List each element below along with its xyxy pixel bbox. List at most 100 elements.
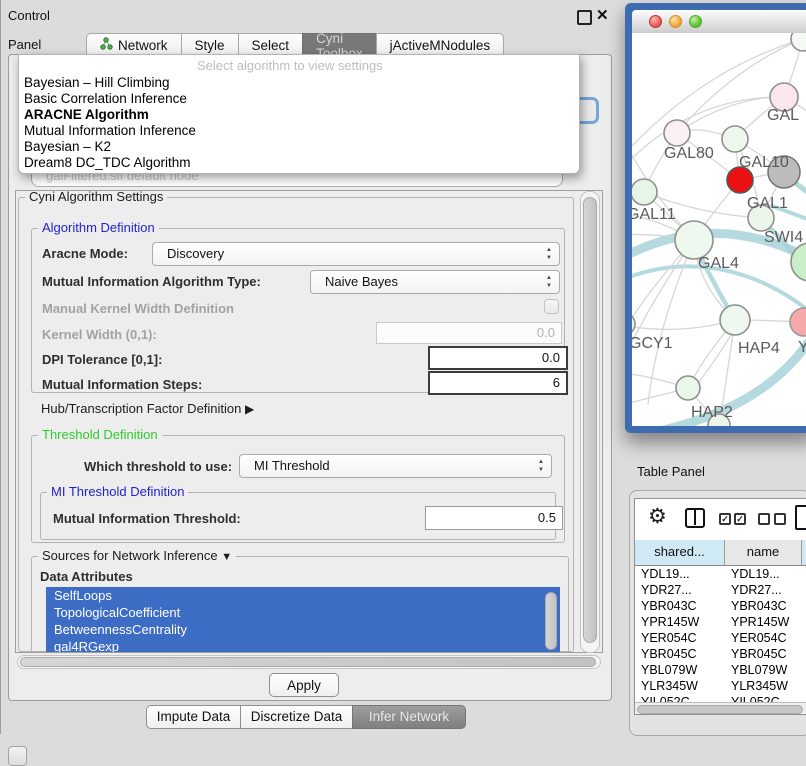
table-cell: YDR27... bbox=[635, 582, 725, 598]
network-node-label: GAL4 bbox=[698, 255, 739, 272]
network-node-gal80[interactable] bbox=[664, 120, 690, 146]
mi-threshold-label: Mutual Information Threshold: bbox=[53, 511, 241, 526]
network-node-gal11[interactable] bbox=[632, 179, 657, 205]
network-node-label: GCY1 bbox=[632, 335, 673, 352]
table-panel-title: Table Panel bbox=[637, 464, 705, 479]
network-edge[interactable] bbox=[632, 240, 694, 382]
column-header-name[interactable]: name bbox=[725, 540, 802, 565]
algorithm-menu-item[interactable]: Bayesian – Hill Climbing bbox=[19, 75, 579, 91]
threshold-definition-title: Threshold Definition bbox=[38, 427, 162, 442]
table-row[interactable]: YDL19...YDL19...13 bbox=[635, 566, 806, 582]
network-node-hap4[interactable] bbox=[720, 305, 750, 335]
select-all-icon[interactable]: ✓ bbox=[719, 513, 731, 525]
which-threshold-select[interactable]: MI Threshold ▲▼ bbox=[239, 454, 552, 478]
column-header-partial[interactable]: A bbox=[802, 540, 806, 565]
kernel-width-field[interactable]: 0.0 bbox=[376, 322, 562, 344]
apply-button[interactable]: Apply bbox=[269, 673, 339, 697]
which-threshold-value: MI Threshold bbox=[254, 455, 330, 477]
table-cell: YBL079W bbox=[725, 662, 802, 678]
table-cell: YDL19... bbox=[725, 566, 802, 582]
table-row[interactable]: YBL079WYBL079W bbox=[635, 662, 806, 678]
table-panel: ⚙ ✓ ✓ shared... name A YDL19...YDL19...1… bbox=[629, 490, 806, 736]
bottom-tab-infer-network[interactable]: Infer Network bbox=[352, 705, 466, 729]
mi-algorithm-type-label: Mutual Information Algorithm Type: bbox=[42, 274, 261, 289]
algorithm-menu-item[interactable]: ARACNE Algorithm bbox=[19, 107, 579, 123]
algorithm-menu-prompt: Select algorithm to view settings bbox=[197, 58, 383, 73]
network-node-gal10[interactable] bbox=[722, 126, 748, 152]
table-cell: 13 bbox=[802, 566, 806, 582]
select-all-icon[interactable]: ✓ bbox=[734, 513, 746, 525]
cyni-algorithm-settings-group: Cyni Algorithm Settings Algorithm Defini… bbox=[18, 197, 574, 652]
mi-steps-field[interactable]: 6 bbox=[428, 371, 568, 395]
table-row[interactable]: YLR345WYLR345W9. bbox=[635, 678, 806, 694]
data-attribute-item[interactable]: SelfLoops bbox=[46, 587, 560, 604]
mi-steps-label: Mutual Information Steps: bbox=[42, 377, 202, 392]
control-panel-title: Control Panel bbox=[8, 1, 50, 59]
sources-title[interactable]: Sources for Network Inference ▼ bbox=[38, 548, 236, 563]
algorithm-menu-item[interactable]: Bayesian – K2 bbox=[19, 139, 579, 155]
minimized-panel-icon[interactable] bbox=[8, 746, 27, 766]
table-cell bbox=[802, 662, 806, 678]
cyni-algorithm-settings-title: Cyni Algorithm Settings bbox=[25, 190, 167, 204]
table-row[interactable]: YBR043CYBR043C bbox=[635, 598, 806, 614]
network-node-label: HAP4 bbox=[738, 340, 780, 357]
gear-icon[interactable]: ⚙ bbox=[648, 504, 667, 528]
network-view-window: GALGAL80GAL10GAL1GAL11SWI4GAL4GCY1HAP4YH… bbox=[625, 3, 806, 433]
algorithm-menu-item[interactable]: Basic Correlation Inference bbox=[19, 91, 579, 107]
close-traffic-light[interactable] bbox=[649, 15, 662, 28]
spinner-arrows-icon: ▲▼ bbox=[546, 246, 552, 262]
network-window-titlebar[interactable] bbox=[632, 10, 806, 34]
unselect-all-icon[interactable] bbox=[758, 513, 770, 525]
data-attribute-item[interactable]: BetweennessCentrality bbox=[46, 621, 560, 638]
attribute-list-scrollbar[interactable] bbox=[545, 592, 557, 650]
table-row[interactable]: YBR045CYBR045C9. bbox=[635, 646, 806, 662]
network-node-gal4[interactable] bbox=[675, 221, 713, 259]
table-cell: YER054C bbox=[725, 630, 802, 646]
table-cell bbox=[802, 598, 806, 614]
network-node-label: Y bbox=[798, 339, 806, 356]
network-node-y[interactable] bbox=[790, 308, 806, 336]
manual-kernel-width-checkbox[interactable] bbox=[544, 299, 559, 314]
mi-algorithm-type-value: Naive Bayes bbox=[325, 271, 398, 293]
settings-horizontal-scrollbar[interactable] bbox=[17, 655, 601, 669]
table-row[interactable]: YPR145WYPR145W9. bbox=[635, 614, 806, 630]
network-node-hap2[interactable] bbox=[676, 376, 700, 400]
table-row[interactable]: YER054CYER054C8. bbox=[635, 630, 806, 646]
dpi-tolerance-field[interactable]: 0.0 bbox=[428, 346, 568, 370]
algorithm-menu-item[interactable]: Mutual Information Inference bbox=[19, 123, 579, 139]
table-cell: YLR345W bbox=[725, 678, 802, 694]
table-row[interactable]: YDR27...YDR27...12 bbox=[635, 582, 806, 598]
algorithm-menu-item[interactable]: Dream8 DC_TDC Algorithm bbox=[19, 155, 579, 171]
which-threshold-label: Which threshold to use: bbox=[84, 459, 232, 474]
table-cell: YBR043C bbox=[635, 598, 725, 614]
data-attribute-item[interactable]: TopologicalCoefficient bbox=[46, 604, 560, 621]
data-attribute-item[interactable]: gal4RGexp bbox=[46, 638, 560, 653]
table-cell: YDL19... bbox=[635, 566, 725, 582]
show-columns-icon[interactable] bbox=[685, 508, 705, 528]
network-node[interactable] bbox=[791, 33, 806, 51]
algorithm-menu-items: Bayesian – Hill ClimbingBasic Correlatio… bbox=[19, 75, 579, 171]
dpi-tolerance-label: DPI Tolerance [0,1]: bbox=[42, 352, 162, 367]
hub-definition-expander[interactable]: Hub/Transcription Factor Definition ▶ bbox=[41, 401, 254, 416]
float-window-button[interactable] bbox=[577, 10, 592, 25]
minimize-traffic-light[interactable] bbox=[669, 15, 682, 28]
bottom-tab-discretize-data[interactable]: Discretize Data bbox=[240, 705, 352, 729]
mi-threshold-definition-title: MI Threshold Definition bbox=[47, 484, 188, 499]
table-horizontal-scrollbar[interactable] bbox=[635, 702, 806, 715]
table-cell: YLR345W bbox=[635, 678, 725, 694]
network-canvas[interactable]: GALGAL80GAL10GAL1GAL11SWI4GAL4GCY1HAP4YH… bbox=[632, 33, 806, 426]
data-attributes-list[interactable]: SelfLoopsTopologicalCoefficientBetweenne… bbox=[46, 587, 560, 653]
aracne-mode-select[interactable]: Discovery ▲▼ bbox=[152, 242, 560, 266]
document-icon[interactable] bbox=[795, 505, 806, 530]
close-window-button[interactable]: ✕ bbox=[596, 6, 609, 24]
mi-threshold-field[interactable]: 0.5 bbox=[425, 506, 563, 530]
unselect-all-icon[interactable] bbox=[774, 513, 786, 525]
network-node-label: GAL1 bbox=[747, 195, 788, 212]
mi-algorithm-type-select[interactable]: Naive Bayes ▲▼ bbox=[310, 270, 560, 294]
bottom-tab-impute-data[interactable]: Impute Data bbox=[146, 705, 240, 729]
node-table: shared... name A YDL19...YDL19...13YDR27… bbox=[635, 540, 806, 703]
settings-vertical-scrollbar[interactable] bbox=[580, 191, 600, 653]
zoom-traffic-light[interactable] bbox=[689, 15, 702, 28]
collapse-arrow-icon: ▼ bbox=[221, 551, 232, 563]
column-header-shared-name[interactable]: shared... bbox=[635, 540, 725, 565]
